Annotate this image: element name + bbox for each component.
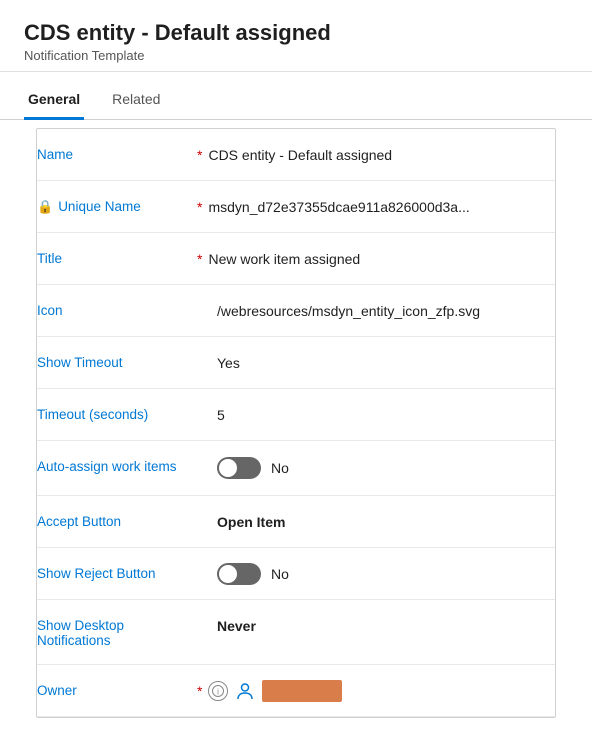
owner-icons: i [208, 680, 555, 702]
value-owner: i [208, 680, 555, 702]
tab-related[interactable]: Related [108, 81, 164, 120]
toggle-wrapper-auto-assign: No [217, 457, 555, 479]
toggle-label-auto-assign: No [271, 460, 289, 476]
required-star-name: * [197, 147, 202, 163]
field-row-unique-name: 🔒 Unique Name * msdyn_d72e37355dcae911a8… [37, 181, 555, 233]
value-unique-name: msdyn_d72e37355dcae911a826000d3a... [208, 199, 555, 215]
value-icon: /webresources/msdyn_entity_icon_zfp.svg [217, 303, 555, 319]
field-row-show-timeout: Show Timeout Yes [37, 337, 555, 389]
label-show-desktop: Show Desktop Notifications [37, 616, 197, 648]
required-star-owner: * [197, 683, 202, 699]
form-container: Name * CDS entity - Default assigned 🔒 U… [0, 128, 592, 718]
owner-info-icon: i [208, 681, 228, 701]
value-timeout-seconds: 5 [217, 407, 555, 423]
toggle-wrapper-show-reject: No [217, 563, 555, 585]
value-title: New work item assigned [208, 251, 555, 267]
page-header: CDS entity - Default assigned Notificati… [0, 0, 592, 72]
required-star-unique-name: * [197, 199, 202, 215]
value-show-reject: No [217, 563, 555, 585]
value-accept-button: Open Item [217, 514, 555, 530]
toggle-auto-assign[interactable] [217, 457, 261, 479]
toggle-label-show-reject: No [271, 566, 289, 582]
field-row-auto-assign: Auto-assign work items No [37, 441, 555, 496]
field-row-owner: Owner * i [37, 665, 555, 717]
field-row-timeout-seconds: Timeout (seconds) 5 [37, 389, 555, 441]
label-auto-assign: Auto-assign work items [37, 457, 197, 474]
tab-bar: General Related [0, 80, 592, 120]
svg-text:i: i [218, 687, 220, 696]
label-timeout-seconds: Timeout (seconds) [37, 407, 197, 422]
value-show-desktop: Never [217, 616, 555, 634]
toggle-show-reject[interactable] [217, 563, 261, 585]
field-row-show-reject: Show Reject Button No [37, 548, 555, 600]
field-row-name: Name * CDS entity - Default assigned [37, 129, 555, 181]
required-star-title: * [197, 251, 202, 267]
label-unique-name: 🔒 Unique Name [37, 199, 197, 215]
owner-value-bar[interactable] [262, 680, 342, 702]
section-panel: Name * CDS entity - Default assigned 🔒 U… [36, 128, 556, 718]
tab-general[interactable]: General [24, 81, 84, 120]
info-svg: i [212, 685, 224, 697]
person-svg [236, 682, 254, 700]
value-auto-assign: No [217, 457, 555, 479]
value-show-timeout: Yes [217, 355, 555, 371]
field-row-show-desktop: Show Desktop Notifications Never [37, 600, 555, 665]
page-subtitle: Notification Template [24, 48, 568, 63]
field-row-accept-button: Accept Button Open Item [37, 496, 555, 548]
label-show-reject: Show Reject Button [37, 566, 197, 581]
label-name: Name [37, 147, 197, 162]
owner-person-icon [234, 680, 256, 702]
page-title: CDS entity - Default assigned [24, 20, 568, 46]
lock-icon: 🔒 [37, 199, 53, 215]
label-title: Title [37, 251, 197, 266]
label-accept-button: Accept Button [37, 514, 197, 529]
label-show-timeout: Show Timeout [37, 355, 197, 370]
field-row-title: Title * New work item assigned [37, 233, 555, 285]
label-icon: Icon [37, 303, 197, 318]
label-owner: Owner [37, 683, 197, 698]
field-row-icon: Icon /webresources/msdyn_entity_icon_zfp… [37, 285, 555, 337]
value-name: CDS entity - Default assigned [208, 147, 555, 163]
